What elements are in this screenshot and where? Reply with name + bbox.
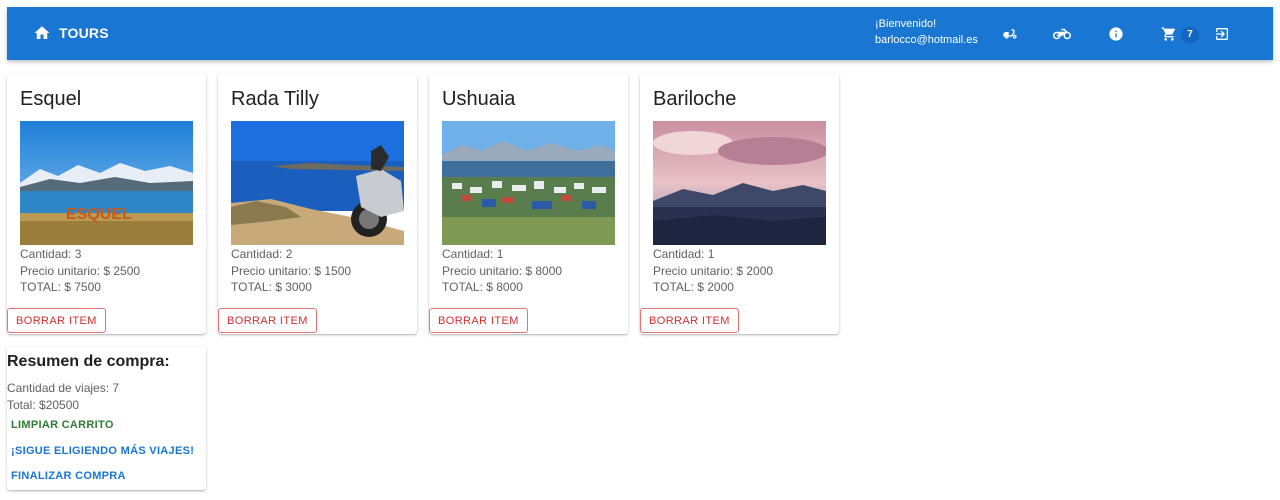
checkout-button[interactable]: FINALIZAR COMPRA bbox=[11, 470, 126, 482]
user-email: barlocco@hotmail.es bbox=[875, 34, 978, 46]
card-image bbox=[231, 121, 404, 245]
card-total: TOTAL: $ 3000 bbox=[231, 280, 312, 294]
purchase-summary-card: Resumen de compra: Cantidad de viajes: 7… bbox=[7, 347, 206, 490]
clear-cart-button[interactable]: LIMPIAR CARRITO bbox=[11, 419, 114, 431]
card-total: TOTAL: $ 7500 bbox=[20, 280, 101, 294]
scooter-button[interactable] bbox=[1000, 24, 1020, 44]
motorcycle-button[interactable] bbox=[1052, 24, 1072, 44]
card-quantity: Cantidad: 2 bbox=[231, 247, 293, 261]
card-title: Rada Tilly bbox=[231, 88, 319, 110]
home-label: TOURS bbox=[59, 25, 109, 41]
delete-item-button[interactable]: BORRAR ITEM bbox=[640, 308, 739, 333]
cart-icon bbox=[1161, 27, 1176, 41]
welcome-text: ¡Bienvenido! bbox=[875, 18, 937, 30]
card-title: Esquel bbox=[20, 88, 82, 110]
app-bar: TOURS ¡Bienvenido! barlocco@hotmail.es 7 bbox=[7, 7, 1273, 60]
card-quantity: Cantidad: 1 bbox=[653, 247, 715, 261]
info-button[interactable] bbox=[1106, 24, 1126, 44]
continue-shopping-button[interactable]: ¡SIGUE ELIGIENDO MÁS VIAJES! bbox=[11, 445, 194, 457]
card-quantity: Cantidad: 3 bbox=[20, 247, 82, 261]
home-icon bbox=[34, 26, 50, 39]
card-unit-price: Precio unitario: $ 2000 bbox=[653, 264, 774, 278]
welcome-block: ¡Bienvenido! barlocco@hotmail.es bbox=[875, 16, 978, 48]
logout-icon bbox=[1216, 28, 1228, 40]
summary-total: Total: $20500 bbox=[7, 398, 80, 412]
card-total: TOTAL: $ 2000 bbox=[653, 280, 734, 294]
delete-item-button[interactable]: BORRAR ITEM bbox=[7, 308, 106, 333]
card-image bbox=[653, 121, 826, 245]
card-image bbox=[442, 121, 615, 245]
summary-trip-count: Cantidad de viajes: 7 bbox=[7, 381, 120, 395]
card-title: Ushuaia bbox=[442, 88, 516, 110]
summary-title: Resumen de compra: bbox=[7, 353, 170, 370]
delete-item-button[interactable]: BORRAR ITEM bbox=[218, 308, 317, 333]
card-quantity: Cantidad: 1 bbox=[442, 247, 504, 261]
delete-item-button[interactable]: BORRAR ITEM bbox=[429, 308, 528, 333]
card-title: Bariloche bbox=[653, 88, 737, 110]
cart-button[interactable] bbox=[1159, 24, 1179, 44]
card-total: TOTAL: $ 8000 bbox=[442, 280, 523, 294]
home-link[interactable]: TOURS bbox=[33, 24, 109, 42]
cart-count-badge: 7 bbox=[1181, 27, 1199, 43]
scooter-icon bbox=[1003, 29, 1017, 39]
cart-item-card: Rada Tilly Cantidad: 2 Precio unitario: … bbox=[218, 74, 417, 334]
card-unit-price: Precio unitario: $ 1500 bbox=[231, 264, 352, 278]
cart-item-card: Esquel ESQUEL Cantidad: 3 Precio unitari… bbox=[7, 74, 206, 334]
esquel-sign-text: ESQUEL bbox=[66, 206, 132, 223]
card-unit-price: Precio unitario: $ 2500 bbox=[20, 264, 141, 278]
card-unit-price: Precio unitario: $ 8000 bbox=[442, 264, 563, 278]
motorcycle-icon bbox=[1053, 28, 1071, 40]
card-image: ESQUEL bbox=[20, 121, 193, 245]
cart-item-card: Ushuaia Cantidad: 1 Precio unitario: $ 8… bbox=[429, 74, 628, 334]
cart-item-card: Bariloche Cantidad: 1 Precio unitario: $… bbox=[640, 74, 839, 334]
info-icon bbox=[1109, 27, 1123, 41]
logout-button[interactable] bbox=[1212, 24, 1232, 44]
